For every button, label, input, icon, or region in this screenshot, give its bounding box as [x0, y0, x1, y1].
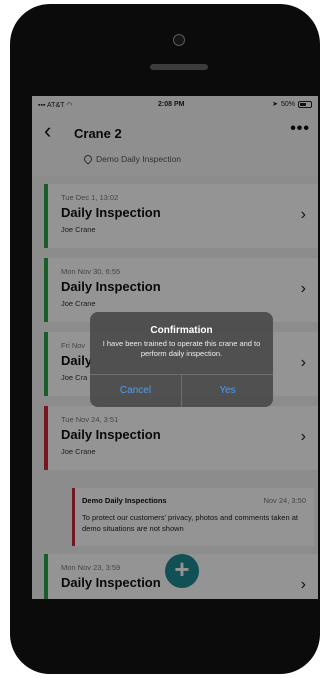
- confirmation-dialog: Confirmation I have been trained to oper…: [90, 312, 273, 407]
- phone-frame: ▪▪▪ AT&T ◠ 2:08 PM ➤ 50% ‹ Crane 2 ••• D…: [10, 4, 320, 674]
- dialog-actions: Cancel Yes: [90, 374, 273, 407]
- camera-icon: [173, 34, 185, 46]
- dialog-title: Confirmation: [150, 325, 213, 336]
- app-screen: ▪▪▪ AT&T ◠ 2:08 PM ➤ 50% ‹ Crane 2 ••• D…: [32, 96, 318, 599]
- cancel-button[interactable]: Cancel: [90, 375, 182, 407]
- speaker-grille: [150, 64, 208, 70]
- yes-button[interactable]: Yes: [182, 375, 273, 407]
- dialog-message: I have been trained to operate this cran…: [102, 339, 261, 358]
